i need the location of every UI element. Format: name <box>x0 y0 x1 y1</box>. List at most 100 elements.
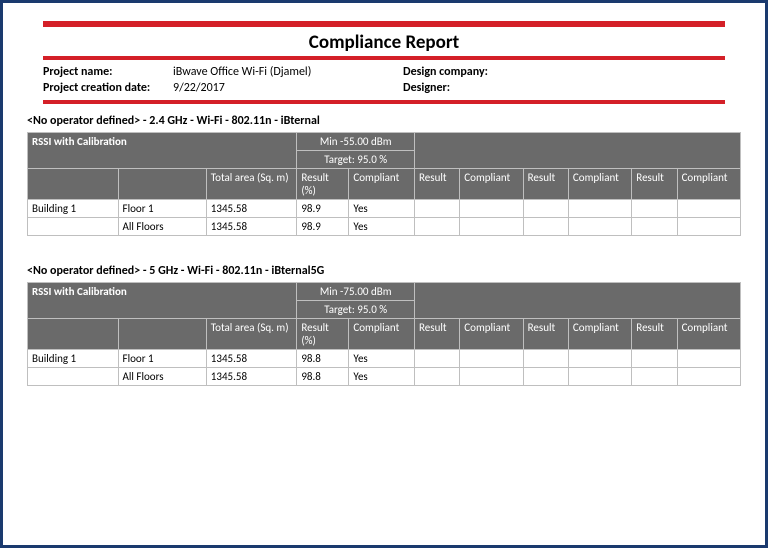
empty-cell <box>523 200 568 218</box>
empty-cell <box>415 350 460 368</box>
page-title: Compliance Report <box>309 31 459 54</box>
compliant-header: Compliant <box>349 319 415 350</box>
extra-header: Compliant <box>568 319 631 350</box>
report-page: Compliance Report Project name: iBwave O… <box>0 0 768 548</box>
min-label: Min -75.00 dBm <box>297 283 415 301</box>
empty-cell <box>632 218 677 236</box>
empty-cell <box>460 350 523 368</box>
result-header-text: Result (%) <box>301 321 344 347</box>
area-header-text: Total area (Sq. m) <box>211 171 293 184</box>
empty-cell <box>523 218 568 236</box>
top-red-bar <box>43 21 725 27</box>
empty-cell <box>415 218 460 236</box>
extra-header: Result <box>415 319 460 350</box>
project-name-label: Project name: <box>43 64 173 80</box>
floor-cell: Floor 1 <box>118 200 206 218</box>
empty-cell <box>632 368 677 386</box>
empty-cell <box>460 200 523 218</box>
extra-header: Compliant <box>568 169 631 200</box>
meta-row-2: Project creation date: 9/22/2017 Designe… <box>43 80 725 96</box>
floor-cell: All Floors <box>118 368 206 386</box>
empty-header <box>415 283 741 319</box>
result-header: Result (%) <box>297 169 349 200</box>
floor-cell: All Floors <box>118 218 206 236</box>
blank-col <box>28 319 119 350</box>
result-cell: 98.8 <box>297 350 349 368</box>
building-cell <box>28 368 119 386</box>
empty-header <box>415 133 741 169</box>
empty-cell <box>677 350 740 368</box>
table-row: All Floors 1345.58 98.9 Yes <box>28 218 741 236</box>
building-cell: Building 1 <box>28 200 119 218</box>
blank-col <box>118 169 206 200</box>
area-header: Total area (Sq. m) <box>206 169 297 200</box>
building-cell <box>28 218 119 236</box>
result-header: Result (%) <box>297 319 349 350</box>
metric-label: RSSI with Calibration <box>28 133 297 169</box>
area-cell: 1345.58 <box>206 200 297 218</box>
extra-header: Result <box>415 169 460 200</box>
empty-cell <box>677 218 740 236</box>
compliant-cell: Yes <box>349 350 415 368</box>
meta-block: Project name: iBwave Office Wi-Fi (Djame… <box>43 56 725 104</box>
designer-label: Designer: <box>403 80 543 96</box>
area-cell: 1345.58 <box>206 218 297 236</box>
section-gap <box>27 236 741 258</box>
table-header-row-1: RSSI with Calibration Min -55.00 dBm <box>28 133 741 151</box>
compliant-cell: Yes <box>349 200 415 218</box>
table-row: Building 1 Floor 1 1345.58 98.8 Yes <box>28 350 741 368</box>
empty-cell <box>460 368 523 386</box>
empty-cell <box>568 218 631 236</box>
creation-date-value: 9/22/2017 <box>173 80 403 96</box>
result-cell: 98.9 <box>297 200 349 218</box>
area-header: Total area (Sq. m) <box>206 319 297 350</box>
empty-cell <box>568 368 631 386</box>
blank-col <box>118 319 206 350</box>
creation-date-label: Project creation date: <box>43 80 173 96</box>
empty-cell <box>677 368 740 386</box>
compliant-cell: Yes <box>349 218 415 236</box>
table-row: Building 1 Floor 1 1345.58 98.9 Yes <box>28 200 741 218</box>
meta-row-1: Project name: iBwave Office Wi-Fi (Djame… <box>43 64 725 80</box>
target-label: Target: 95.0 % <box>297 151 415 169</box>
min-label: Min -55.00 dBm <box>297 133 415 151</box>
extra-header: Result <box>632 319 677 350</box>
empty-cell <box>568 350 631 368</box>
empty-cell <box>415 368 460 386</box>
extra-header: Compliant <box>677 169 740 200</box>
compliant-cell: Yes <box>349 368 415 386</box>
extra-header: Compliant <box>460 169 523 200</box>
extra-header: Result <box>632 169 677 200</box>
empty-cell <box>523 350 568 368</box>
floor-cell: Floor 1 <box>118 350 206 368</box>
area-header-text: Total area (Sq. m) <box>211 321 293 334</box>
building-cell: Building 1 <box>28 350 119 368</box>
extra-header: Compliant <box>460 319 523 350</box>
area-cell: 1345.58 <box>206 350 297 368</box>
section-heading: <No operator defined> - 2.4 GHz - Wi-Fi … <box>27 114 741 128</box>
empty-cell <box>568 200 631 218</box>
metric-label: RSSI with Calibration <box>28 283 297 319</box>
empty-cell <box>460 218 523 236</box>
table-header-row-1: RSSI with Calibration Min -75.00 dBm <box>28 283 741 301</box>
result-cell: 98.8 <box>297 368 349 386</box>
empty-cell <box>415 200 460 218</box>
compliance-table: RSSI with Calibration Min -75.00 dBm Tar… <box>27 282 741 386</box>
empty-cell <box>632 200 677 218</box>
blank-col <box>28 169 119 200</box>
empty-cell <box>677 200 740 218</box>
title-wrap: Compliance Report <box>27 31 741 54</box>
target-label: Target: 95.0 % <box>297 301 415 319</box>
result-header-text: Result (%) <box>301 171 344 197</box>
table-header-row-3: Total area (Sq. m) Result (%) Compliant … <box>28 169 741 200</box>
extra-header: Result <box>523 319 568 350</box>
empty-cell <box>523 368 568 386</box>
project-name-value: iBwave Office Wi-Fi (Djamel) <box>173 64 403 80</box>
extra-header: Compliant <box>677 319 740 350</box>
area-cell: 1345.58 <box>206 368 297 386</box>
design-company-label: Design company: <box>403 64 543 80</box>
section-heading: <No operator defined> - 5 GHz - Wi-Fi - … <box>27 264 741 278</box>
compliance-table: RSSI with Calibration Min -55.00 dBm Tar… <box>27 132 741 236</box>
extra-header: Result <box>523 169 568 200</box>
compliant-header: Compliant <box>349 169 415 200</box>
